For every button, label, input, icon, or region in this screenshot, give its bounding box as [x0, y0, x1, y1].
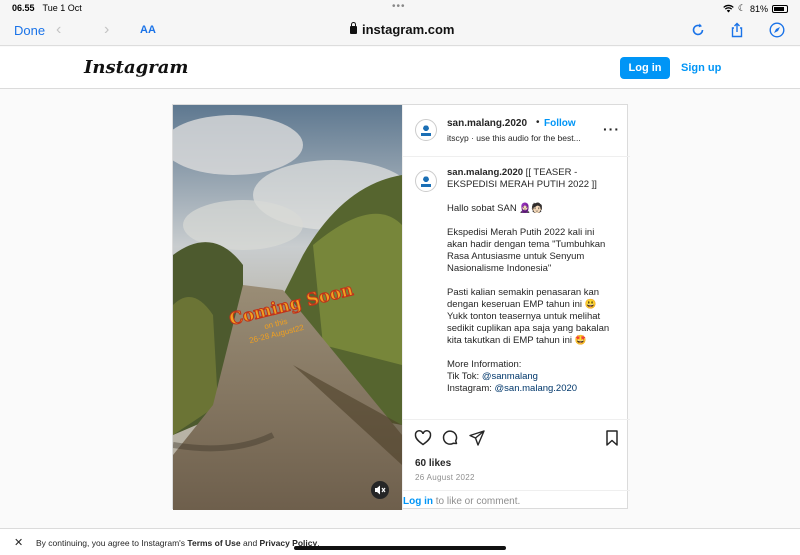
- avatar[interactable]: [415, 119, 437, 141]
- instagram-header: Instagram Log in Sign up: [0, 47, 800, 89]
- text-size-button[interactable]: AA: [140, 24, 156, 36]
- cookie-prefix: By continuing, you agree to Instagram's: [36, 538, 188, 548]
- reload-icon[interactable]: [690, 22, 706, 38]
- lock-icon: [350, 22, 357, 34]
- instagram-logo[interactable]: Instagram: [84, 57, 188, 78]
- share-icon[interactable]: [729, 22, 745, 38]
- signup-link[interactable]: Sign up: [681, 62, 721, 74]
- tiktok-label: Tik Tok:: [447, 371, 482, 382]
- caption-text: san.malang.2020 [[ TEASER - EKSPEDISI ME…: [447, 167, 617, 395]
- wifi-icon: [723, 4, 734, 13]
- post-actions: 60 likes 26 August 2022 Log in to like o…: [403, 419, 630, 510]
- address-bar[interactable]: instagram.com: [350, 22, 454, 37]
- comment-prompt: Log in to like or comment.: [403, 490, 630, 511]
- bookmark-icon[interactable]: [603, 429, 621, 447]
- caption-greeting: Hallo sobat SAN 🧕🏻🧑🏻: [447, 203, 543, 214]
- likes-count[interactable]: 60 likes: [415, 458, 451, 469]
- close-icon[interactable]: ✕: [14, 536, 23, 549]
- browser-toolbar: Done ‹ › AA instagram.com: [0, 16, 800, 46]
- status-time: 06.55: [12, 3, 35, 13]
- home-indicator[interactable]: [294, 546, 506, 550]
- login-button[interactable]: Log in: [620, 57, 670, 79]
- terms-link[interactable]: Terms of Use: [187, 538, 240, 548]
- share-post-icon[interactable]: [468, 429, 486, 447]
- comment-icon[interactable]: [441, 429, 459, 447]
- post-date: 26 August 2022: [415, 473, 475, 482]
- status-bar: 06.55 Tue 1 Oct ••• ☾ 81%: [0, 0, 800, 16]
- status-date: Tue 1 Oct: [42, 3, 82, 13]
- caption-avatar[interactable]: [415, 170, 437, 192]
- more-info-label: More Information:: [447, 359, 522, 370]
- mute-icon[interactable]: [371, 481, 389, 499]
- heart-icon[interactable]: [414, 429, 432, 447]
- audio-label[interactable]: itscyp · use this audio for the best...: [447, 133, 581, 143]
- battery-percent: 81%: [749, 3, 768, 14]
- cookie-banner: ✕ By continuing, you agree to Instagram'…: [0, 528, 800, 555]
- instagram-label: Instagram:: [447, 383, 495, 394]
- separator-dot: •: [536, 117, 540, 128]
- post-card: Coming Soon on this 26-28 August22 san.m…: [172, 104, 630, 510]
- cookie-text: By continuing, you agree to Instagram's …: [36, 538, 320, 548]
- caption-area: san.malang.2020 [[ TEASER - EKSPEDISI ME…: [403, 158, 630, 419]
- done-button[interactable]: Done: [14, 23, 45, 38]
- multitask-dots-icon[interactable]: •••: [392, 1, 406, 12]
- instagram-link[interactable]: @san.malang.2020: [495, 383, 578, 394]
- caption-username[interactable]: san.malang.2020: [447, 167, 523, 178]
- caption-paragraph: Pasti kalian semakin penasaran kan denga…: [447, 287, 610, 346]
- cookie-and: and: [240, 538, 260, 548]
- post-username[interactable]: san.malang.2020: [447, 118, 527, 129]
- comment-prompt-text: to like or comment.: [433, 496, 521, 507]
- url-text: instagram.com: [362, 22, 455, 37]
- post-header: san.malang.2020 • Follow itscyp · use th…: [403, 105, 630, 157]
- follow-button[interactable]: Follow: [544, 118, 576, 129]
- more-options-icon[interactable]: ···: [603, 121, 620, 137]
- video-frame: Coming Soon on this 26-28 August22: [173, 105, 402, 510]
- tiktok-link[interactable]: @sanmalang: [482, 371, 538, 382]
- caption-paragraph: Ekspedisi Merah Putih 2022 kali ini akan…: [447, 227, 606, 274]
- forward-icon[interactable]: ›: [104, 21, 109, 39]
- back-icon[interactable]: ‹: [56, 21, 61, 39]
- post-video[interactable]: Coming Soon on this 26-28 August22: [173, 105, 402, 510]
- moon-icon: ☾: [737, 3, 746, 13]
- post-sidebar: san.malang.2020 • Follow itscyp · use th…: [402, 105, 630, 510]
- comment-login-link[interactable]: Log in: [403, 496, 433, 507]
- battery-icon: [772, 4, 788, 13]
- compass-icon[interactable]: [769, 22, 785, 38]
